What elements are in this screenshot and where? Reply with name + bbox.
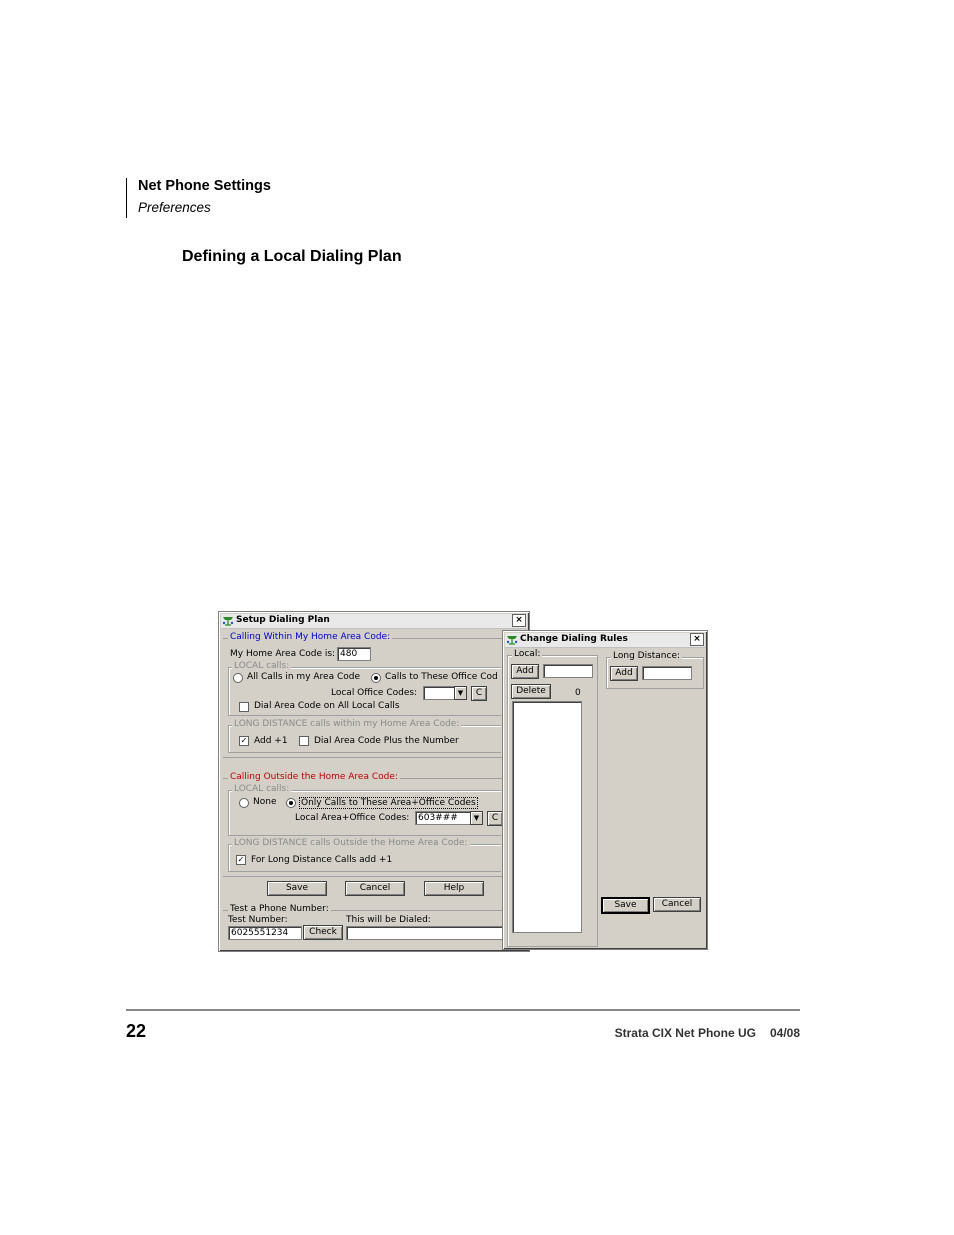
setup-title: Setup Dialing Plan [236,615,330,625]
dialed-label: This will be Dialed: [346,915,431,925]
all-calls-label: All Calls in my Area Code [247,672,361,682]
header-rule [126,178,127,218]
home-area-label: My Home Area Code is: [230,649,336,659]
ld-add1-label: For Long Distance Calls add +1 [251,855,393,865]
footer-doc-title: Strata CIX Net Phone UG [614,1026,756,1040]
phone-network-icon [506,636,518,645]
local-area-office-dropdown[interactable]: 603### [415,811,471,825]
rules-close-icon[interactable]: × [690,633,704,646]
all-calls-radio[interactable] [233,673,243,683]
these-codes-radio[interactable] [371,673,381,683]
test-number-label: Test Number: [228,915,288,925]
rules-cancel-button[interactable]: Cancel [653,897,701,912]
ld-outside-label: LONG DISTANCE calls Outside the Home Are… [232,838,470,848]
ld-within-label: LONG DISTANCE calls within my Home Area … [232,719,462,729]
only-calls-radio[interactable] [286,798,296,808]
delete-button[interactable]: Delete [511,684,551,699]
outside-local-label: LOCAL calls: [232,784,292,794]
rules-title-bar[interactable]: Change Dialing Rules × [505,633,705,648]
test-number-input[interactable]: 6025551234 [228,926,302,940]
add1-checkbox[interactable]: ✓ [239,736,249,746]
header-title: Net Phone Settings [138,178,271,194]
local-count: 0 [575,688,581,698]
none-label: None [253,797,277,807]
separator [223,876,503,877]
ld-rules-label: Long Distance: [611,651,683,661]
local-rules-list[interactable] [512,701,582,933]
chevron-down-icon[interactable]: ▼ [454,686,467,700]
setup-title-bar[interactable]: Setup Dialing Plan × [221,614,527,629]
change-dialing-rules-window: Change Dialing Rules × Local: Add Delete… [502,630,708,950]
save-button[interactable]: Save [267,881,327,896]
help-button[interactable]: Help [424,881,484,896]
local-office-dropdown[interactable] [423,686,457,700]
page-number: 22 [126,1021,147,1041]
local-rule-input[interactable] [543,664,593,678]
phone-network-icon [222,617,234,626]
dial-plus-checkbox[interactable] [299,736,309,746]
rules-title: Change Dialing Rules [520,634,628,644]
cancel-button[interactable]: Cancel [345,881,405,896]
none-radio[interactable] [239,798,249,808]
these-codes-label: Calls to These Office Cod [385,672,498,682]
section-title: Defining a Local Dialing Plan [182,248,402,265]
local-area-office-label: Local Area+Office Codes: [295,813,410,823]
test-group-label: Test a Phone Number: [228,904,331,914]
footer-doc-info: Strata CIX Net Phone UG 04/08 [615,1026,800,1040]
home-group-label: Calling Within My Home Area Code: [228,632,393,642]
local-rules-label: Local: [512,649,543,659]
home-area-input[interactable]: 480 [337,647,371,661]
dial-area-checkbox[interactable] [239,702,249,712]
rules-save-button[interactable]: Save [601,897,650,914]
dial-area-label: Dial Area Code on All Local Calls [254,701,400,711]
local-area-office-c-button[interactable]: C [487,811,503,826]
setup-dialing-plan-window: Setup Dialing Plan × Calling Within My H… [218,611,530,952]
separator [223,757,503,758]
ld-rule-input[interactable] [642,666,692,680]
local-office-c-button[interactable]: C [471,686,487,701]
chevron-down-icon[interactable]: ▼ [470,811,483,825]
outside-group-label: Calling Outside the Home Area Code: [228,772,400,782]
dial-plus-label: Dial Area Code Plus the Number [314,736,459,746]
local-calls-label: LOCAL calls: [232,661,292,671]
header-subtitle: Preferences [138,200,211,215]
local-office-label: Local Office Codes: [331,688,418,698]
only-calls-label: Only Calls to These Area+Office Codes [299,797,478,809]
dialed-output [346,926,510,940]
footer-rule [126,1009,800,1011]
setup-close-icon[interactable]: × [512,614,526,627]
ld-add1-checkbox[interactable]: ✓ [236,855,246,865]
footer-doc-date: 04/08 [769,1026,800,1040]
check-button[interactable]: Check [303,925,343,940]
add-local-button[interactable]: Add [511,664,539,679]
add-ld-button[interactable]: Add [610,666,638,681]
add1-label: Add +1 [254,736,288,746]
